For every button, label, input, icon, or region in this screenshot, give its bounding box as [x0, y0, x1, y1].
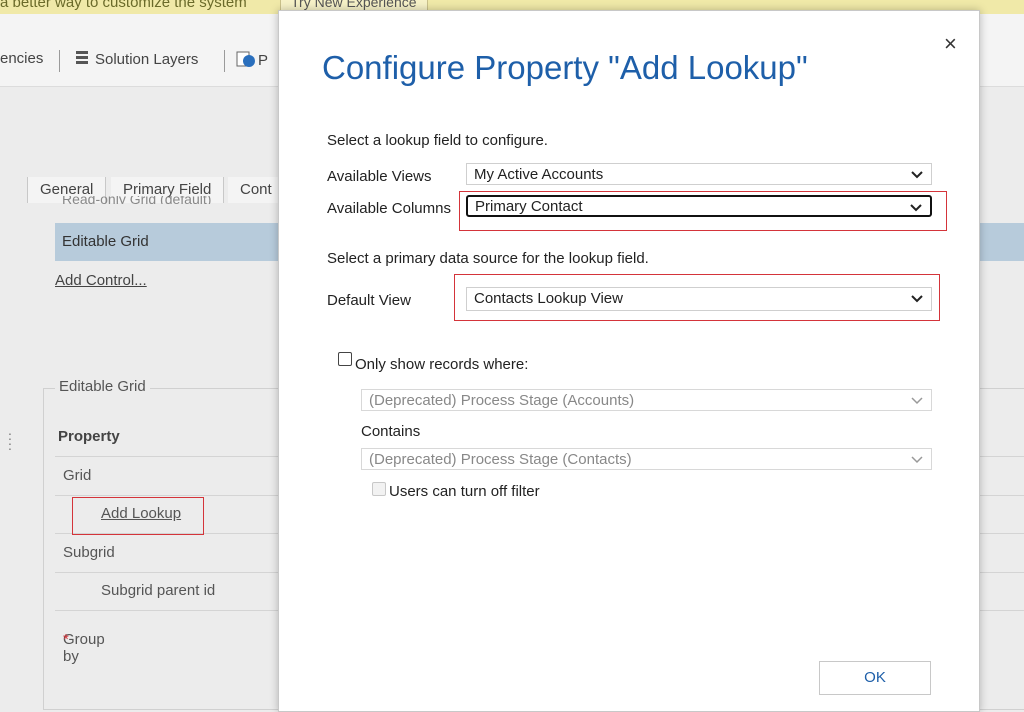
filter-source-value: (Deprecated) Process Stage (Accounts): [369, 392, 635, 409]
users-can-turn-off-label: Users can turn off filter: [389, 483, 540, 500]
ok-button[interactable]: OK: [819, 661, 931, 695]
toolbar-item-publish[interactable]: P: [236, 50, 268, 69]
available-columns-label: Available Columns: [327, 200, 451, 217]
filter-source-select[interactable]: (Deprecated) Process Stage (Accounts): [361, 389, 932, 411]
toolbar-item-dependencies[interactable]: encies: [0, 50, 43, 67]
publish-icon: [236, 51, 255, 67]
read-only-grid-row: Read-only Grid (default): [62, 196, 212, 204]
only-show-records-label: Only show records where:: [355, 356, 529, 373]
filter-target-select[interactable]: (Deprecated) Process Stage (Contacts): [361, 448, 932, 470]
chevron-down-icon: [911, 171, 923, 179]
contains-label: Contains: [361, 423, 421, 440]
default-view-label: Default View: [327, 292, 411, 309]
fieldset-legend: Editable Grid: [55, 378, 150, 395]
required-mark: *: [63, 631, 69, 648]
property-header: Property: [58, 428, 120, 445]
chevron-down-icon: [911, 456, 923, 464]
dialog-title: Configure Property "Add Lookup": [322, 49, 808, 86]
property-label-subgrid-parent-id: Subgrid parent id: [101, 582, 216, 599]
toolbar-separator: [59, 50, 60, 72]
available-views-select[interactable]: My Active Accounts: [466, 163, 932, 185]
default-view-highlight: [454, 274, 940, 321]
available-views-value: My Active Accounts: [474, 166, 604, 183]
banner-text: a better way to customize the system: [0, 0, 247, 11]
available-columns-highlight: [459, 191, 947, 231]
users-can-turn-off-checkbox[interactable]: [372, 482, 386, 496]
add-control-link[interactable]: Add Control...: [55, 272, 147, 289]
filter-target-value: (Deprecated) Process Stage (Contacts): [369, 451, 632, 468]
chevron-down-icon: [911, 397, 923, 405]
publish-label: P: [258, 52, 269, 69]
drag-handle-icon[interactable]: ....: [8, 423, 12, 452]
solution-layers-label: Solution Layers: [95, 51, 199, 68]
toolbar-item-solution-layers[interactable]: Solution Layers: [75, 50, 198, 68]
editable-grid-label: Editable Grid: [62, 233, 149, 250]
solution-layers-icon: [76, 51, 88, 64]
close-icon[interactable]: ×: [944, 31, 957, 57]
lookup-field-intro: Select a lookup field to configure.: [327, 132, 548, 149]
tab-controls[interactable]: Cont: [228, 177, 285, 203]
add-lookup-highlight: [72, 497, 204, 535]
group-by-label: Group by: [63, 631, 105, 665]
property-label-subgrid: Subgrid: [63, 544, 115, 561]
property-label-grid: Grid: [63, 467, 92, 484]
toolbar-separator: [224, 50, 225, 72]
data-source-intro: Select a primary data source for the loo…: [327, 250, 649, 267]
configure-property-dialog: Configure Property "Add Lookup" × Select…: [278, 10, 980, 712]
available-views-label: Available Views: [327, 168, 432, 185]
only-show-records-checkbox[interactable]: [338, 352, 352, 366]
